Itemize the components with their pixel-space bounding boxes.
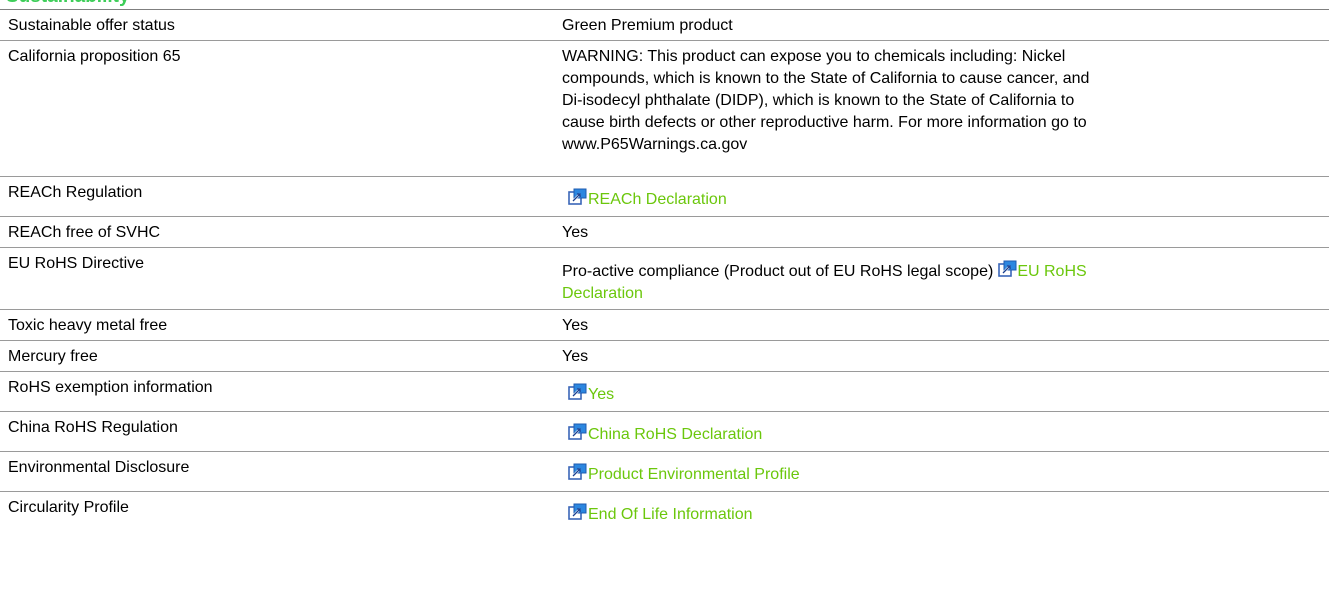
external-link-icon <box>568 423 587 440</box>
row-value: Yes <box>562 224 589 241</box>
link-text[interactable]: China RoHS Declaration <box>588 426 762 443</box>
reach-declaration-link[interactable]: REACh Declaration <box>568 188 1288 211</box>
link-text[interactable]: Product Environmental Profile <box>588 466 800 483</box>
row-label: Toxic heavy metal free <box>8 317 168 334</box>
table-row: California proposition 65 WARNING: This … <box>0 41 1329 177</box>
row-label: RoHS exemption information <box>8 379 213 396</box>
row-label: Circularity Profile <box>8 499 129 516</box>
table-row: EU RoHS Directive Pro-active compliance … <box>0 248 1329 310</box>
external-link-icon <box>568 503 587 520</box>
table-row: Circularity Profile End Of Life Informat… <box>0 492 1329 532</box>
row-label: EU RoHS Directive <box>8 255 145 272</box>
eu-rohs-link[interactable]: Declaration <box>562 285 643 302</box>
row-label: China RoHS Regulation <box>8 419 178 436</box>
table-row: Sustainable offer status Green Premium p… <box>0 10 1329 41</box>
link-text[interactable]: REACh Declaration <box>588 191 727 208</box>
table-row: REACh Regulation REACh Declaration <box>0 177 1329 217</box>
link-text[interactable]: Yes <box>588 386 614 403</box>
eu-rohs-value: Pro-active compliance (Product out of EU… <box>562 260 1282 305</box>
warning-line: Di-isodecyl phthalate (DIDP), which is k… <box>562 92 1075 109</box>
end-of-life-link[interactable]: End Of Life Information <box>568 503 1288 526</box>
row-label: Mercury free <box>8 348 98 365</box>
eu-rohs-line1: Pro-active compliance (Product out of EU… <box>562 260 1282 283</box>
external-link-icon <box>568 463 587 480</box>
external-link-icon <box>568 383 587 400</box>
row-value: Pro-active compliance (Product out of EU… <box>562 263 994 280</box>
link-text[interactable]: End Of Life Information <box>588 506 753 523</box>
prop65-warning-text: WARNING: This product can expose you to … <box>562 46 1282 156</box>
eu-rohs-link[interactable]: EU RoHS <box>1017 263 1086 280</box>
row-label: Environmental Disclosure <box>8 459 190 476</box>
table-row: Mercury free Yes <box>0 341 1329 372</box>
warning-line: cause birth defects or other reproductiv… <box>562 114 1087 131</box>
table-row: RoHS exemption information Yes <box>0 372 1329 412</box>
warning-line: www.P65Warnings.ca.gov <box>562 136 748 153</box>
table-row: REACh free of SVHC Yes <box>0 217 1329 248</box>
eu-rohs-line2: Declaration <box>562 283 1282 305</box>
section-title-clip: Sustainability <box>0 0 1329 9</box>
row-label: Sustainable offer status <box>8 17 175 34</box>
table-row: Toxic heavy metal free Yes <box>0 310 1329 341</box>
section-title: Sustainability <box>6 0 130 8</box>
row-label: REACh free of SVHC <box>8 224 161 241</box>
external-link-icon <box>568 188 587 205</box>
row-label: REACh Regulation <box>8 184 143 201</box>
external-link-icon <box>998 260 1017 277</box>
row-value: Green Premium product <box>562 17 733 34</box>
table-row: Environmental Disclosure Product Environ… <box>0 452 1329 492</box>
warning-line: WARNING: This product can expose you to … <box>562 48 1066 65</box>
table-row: China RoHS Regulation China RoHS Declara… <box>0 412 1329 452</box>
row-value: Yes <box>562 317 589 334</box>
specifications-table: Sustainable offer status Green Premium p… <box>0 9 1329 532</box>
warning-line: compounds, which is known to the State o… <box>562 70 1090 87</box>
row-value: Yes <box>562 348 589 365</box>
row-label: California proposition 65 <box>8 48 181 65</box>
rohs-exemption-link[interactable]: Yes <box>568 383 1288 406</box>
china-rohs-link[interactable]: China RoHS Declaration <box>568 423 1288 446</box>
environmental-profile-link[interactable]: Product Environmental Profile <box>568 463 1288 486</box>
